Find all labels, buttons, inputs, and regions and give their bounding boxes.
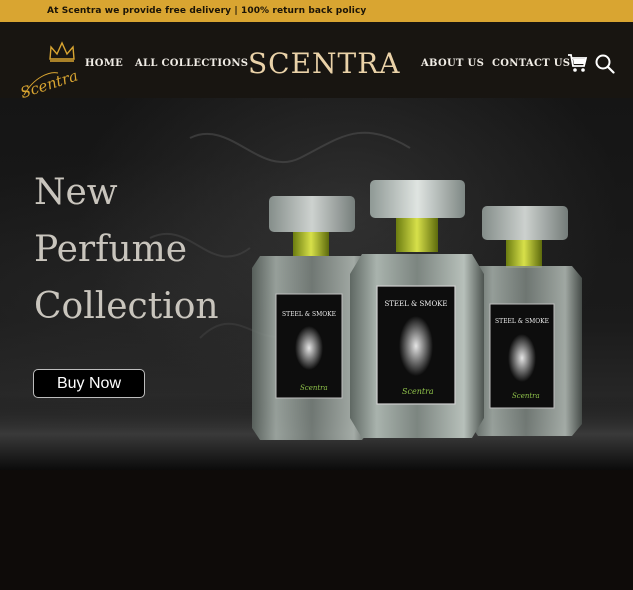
hero-banner: STEEL & SMOKE Scentra STEEL & SMOKE Scen…: [0, 98, 633, 470]
bottle-signature-right: Scentra: [512, 392, 540, 400]
bottle-label-right: STEEL & SMOKE: [495, 318, 549, 325]
page-below-hero: [0, 470, 633, 590]
announcement-text: At Scentra we provide free delivery | 10…: [47, 6, 367, 16]
nav-contact-us[interactable]: CONTACT US: [492, 58, 570, 69]
nav-all-collections[interactable]: ALL COLLECTIONS: [135, 58, 248, 69]
bottle-label-left: STEEL & SMOKE: [282, 311, 336, 318]
brand-wordmark[interactable]: SCENTRA: [248, 47, 401, 80]
crown-icon: [49, 41, 75, 62]
site-header: Scentra HOME ALL COLLECTIONS SCENTRA ABO…: [0, 22, 633, 102]
hero-title-line2: Perfume: [34, 229, 188, 270]
hero-title: New Perfume Collection: [34, 164, 219, 335]
hero-title-line1: New: [34, 172, 118, 213]
buy-now-button[interactable]: Buy Now: [33, 369, 145, 398]
logo[interactable]: Scentra: [14, 37, 80, 103]
hero-title-line3: Collection: [34, 286, 219, 327]
nav-home[interactable]: HOME: [85, 58, 123, 69]
nav-about-us[interactable]: ABOUT US: [421, 58, 484, 69]
search-icon[interactable]: [595, 54, 615, 74]
perfume-bottle-center: STEEL & SMOKE Scentra: [350, 180, 484, 438]
cart-icon[interactable]: [567, 53, 589, 73]
bottle-signature-left: Scentra: [300, 384, 328, 392]
announcement-bar: At Scentra we provide free delivery | 10…: [0, 0, 633, 22]
perfume-bottle-right: STEEL & SMOKE Scentra: [470, 206, 582, 436]
logo-text: Scentra: [18, 67, 80, 102]
bottle-signature-center: Scentra: [402, 387, 434, 396]
bottle-label-center: STEEL & SMOKE: [384, 300, 447, 308]
